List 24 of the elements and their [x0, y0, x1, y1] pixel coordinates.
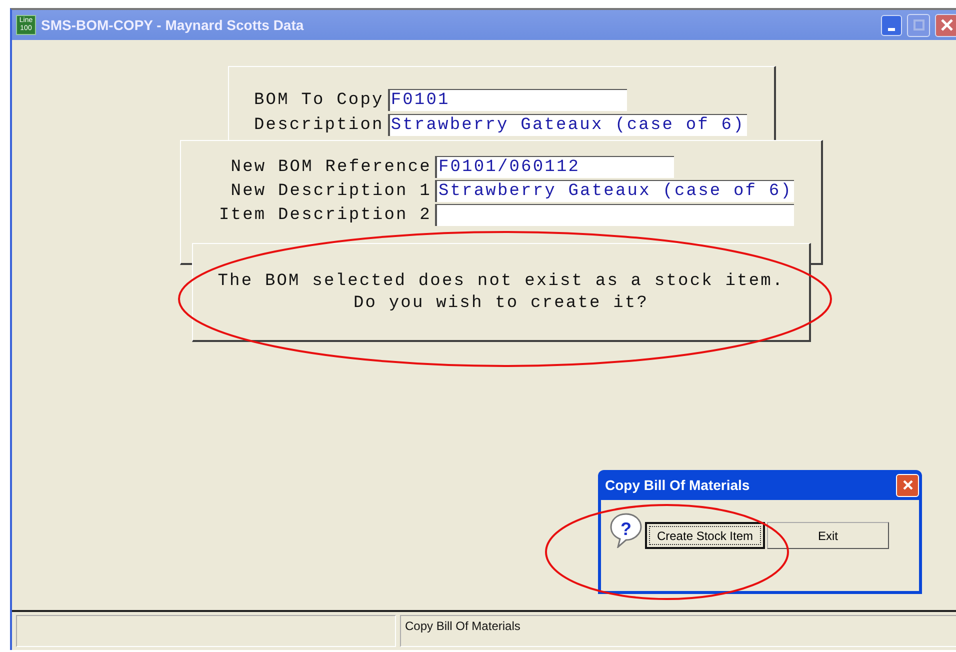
input-field[interactable]: Strawberry Gateaux (case of 6) [435, 180, 794, 202]
close-icon [902, 479, 914, 491]
minimize-icon [888, 28, 895, 30]
input-field[interactable] [435, 204, 794, 226]
input-field[interactable]: F0101/060112 [435, 156, 674, 178]
message-text: Do you wish to create it? [353, 294, 649, 312]
close-button[interactable] [935, 14, 956, 36]
message-text: The BOM selected does not exist as a stock item. [218, 272, 784, 290]
field-label: New BOM Reference [230, 158, 432, 176]
close-icon [940, 18, 954, 32]
status-text: Copy Bill Of Materials [400, 615, 956, 647]
field-label: New Description 1 [230, 182, 432, 200]
input-field[interactable]: Strawberry Gateaux (case of 6) [388, 114, 747, 136]
minimize-button[interactable] [881, 14, 902, 36]
dialog-button[interactable]: Create Stock Item [645, 522, 765, 549]
input-field[interactable]: F0101 [388, 89, 627, 111]
dialog-title: Copy Bill Of Materials [605, 477, 750, 493]
maximize-icon [912, 19, 924, 31]
field-label: BOM To Copy [254, 90, 384, 110]
field-label: Description [254, 116, 384, 134]
dialog-button[interactable]: Exit [767, 522, 889, 549]
window-title: SMS-BOM-COPY - Maynard Scotts Data [41, 17, 305, 33]
field-label: Item Description 2 [219, 206, 432, 224]
question-icon: ? [609, 512, 643, 548]
